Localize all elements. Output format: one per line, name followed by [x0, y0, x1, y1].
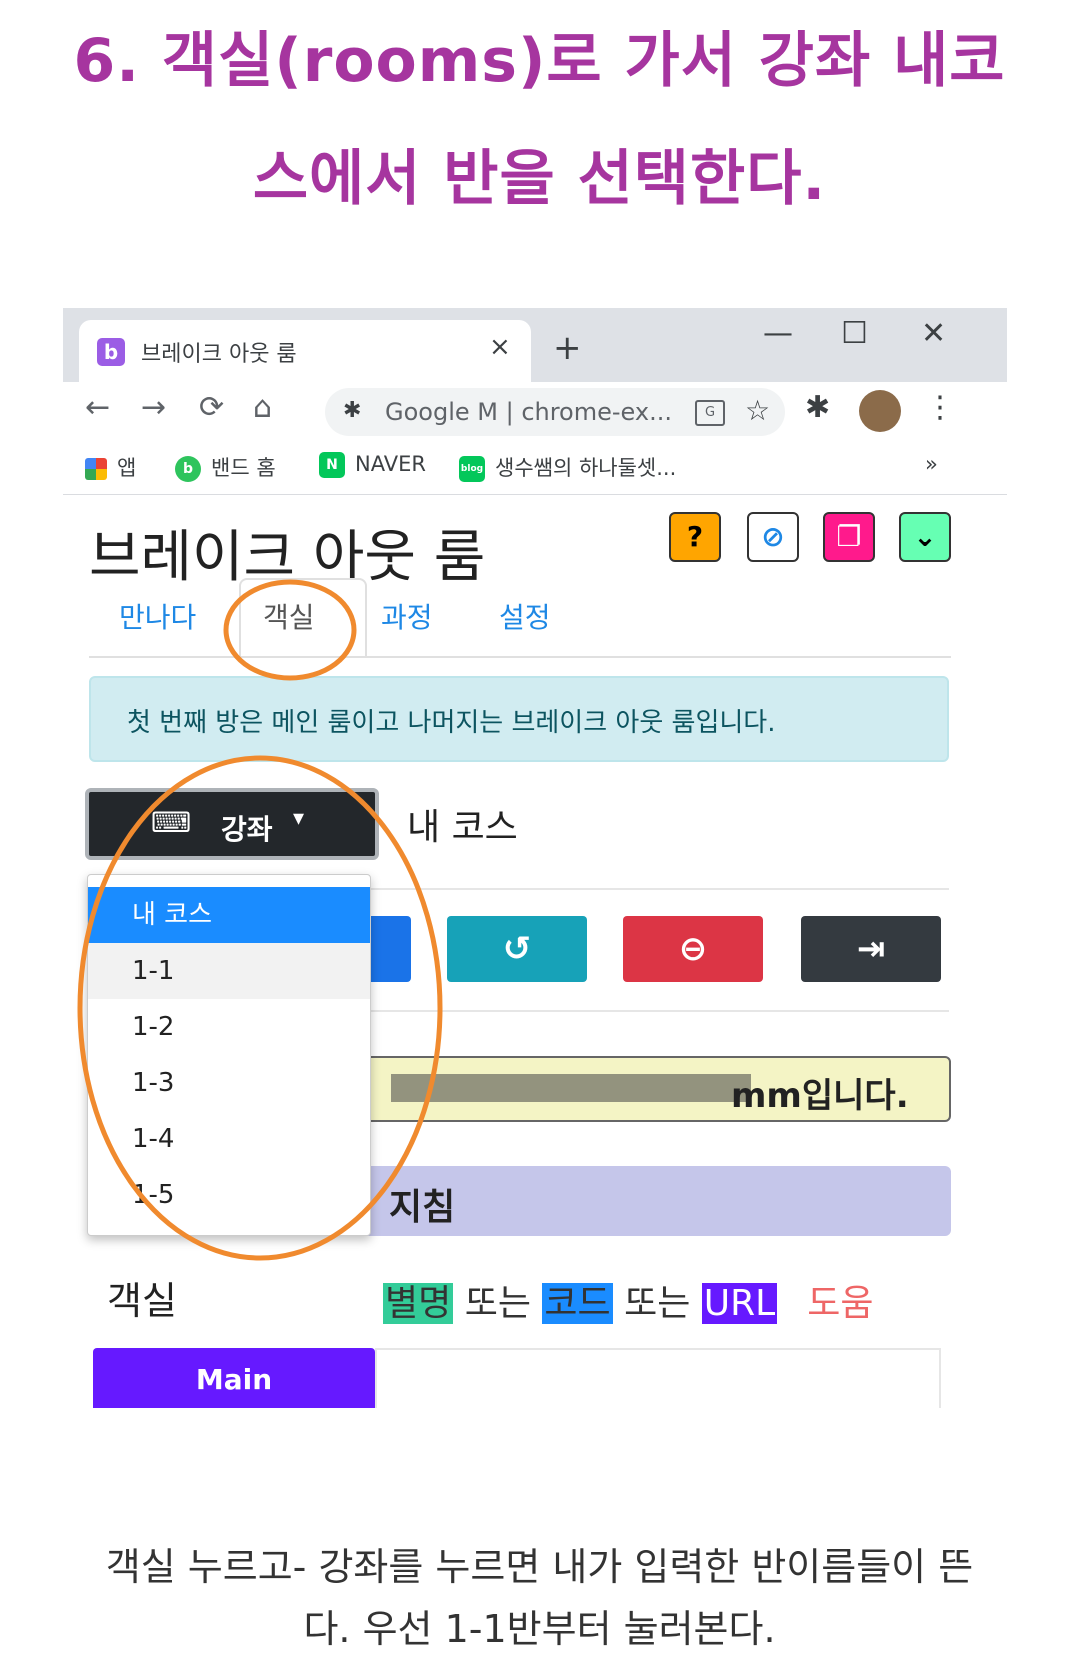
annotation-layer [77, 579, 443, 1261]
browser-screenshot: b 브레이크 아웃 룸 × + — ☐ ✕ ← → ⟳ ⌂ ✱ Google M… [63, 308, 1007, 1488]
headline-line-2: 스에서 반을 선택한다. [252, 144, 827, 214]
rooms-tab-circle [223, 579, 357, 681]
dropdown-circle [77, 755, 443, 1261]
caption-line-2: 다. 우선 1-1반부터 눌러본다. [303, 1607, 776, 1651]
caption-line-1: 객실 누르고- 강좌를 누르면 내가 입력한 반이름들이 뜬 [105, 1545, 974, 1589]
headline-line-1: 6. 객실(rooms)로 가서 강좌 내코 [73, 26, 1006, 96]
